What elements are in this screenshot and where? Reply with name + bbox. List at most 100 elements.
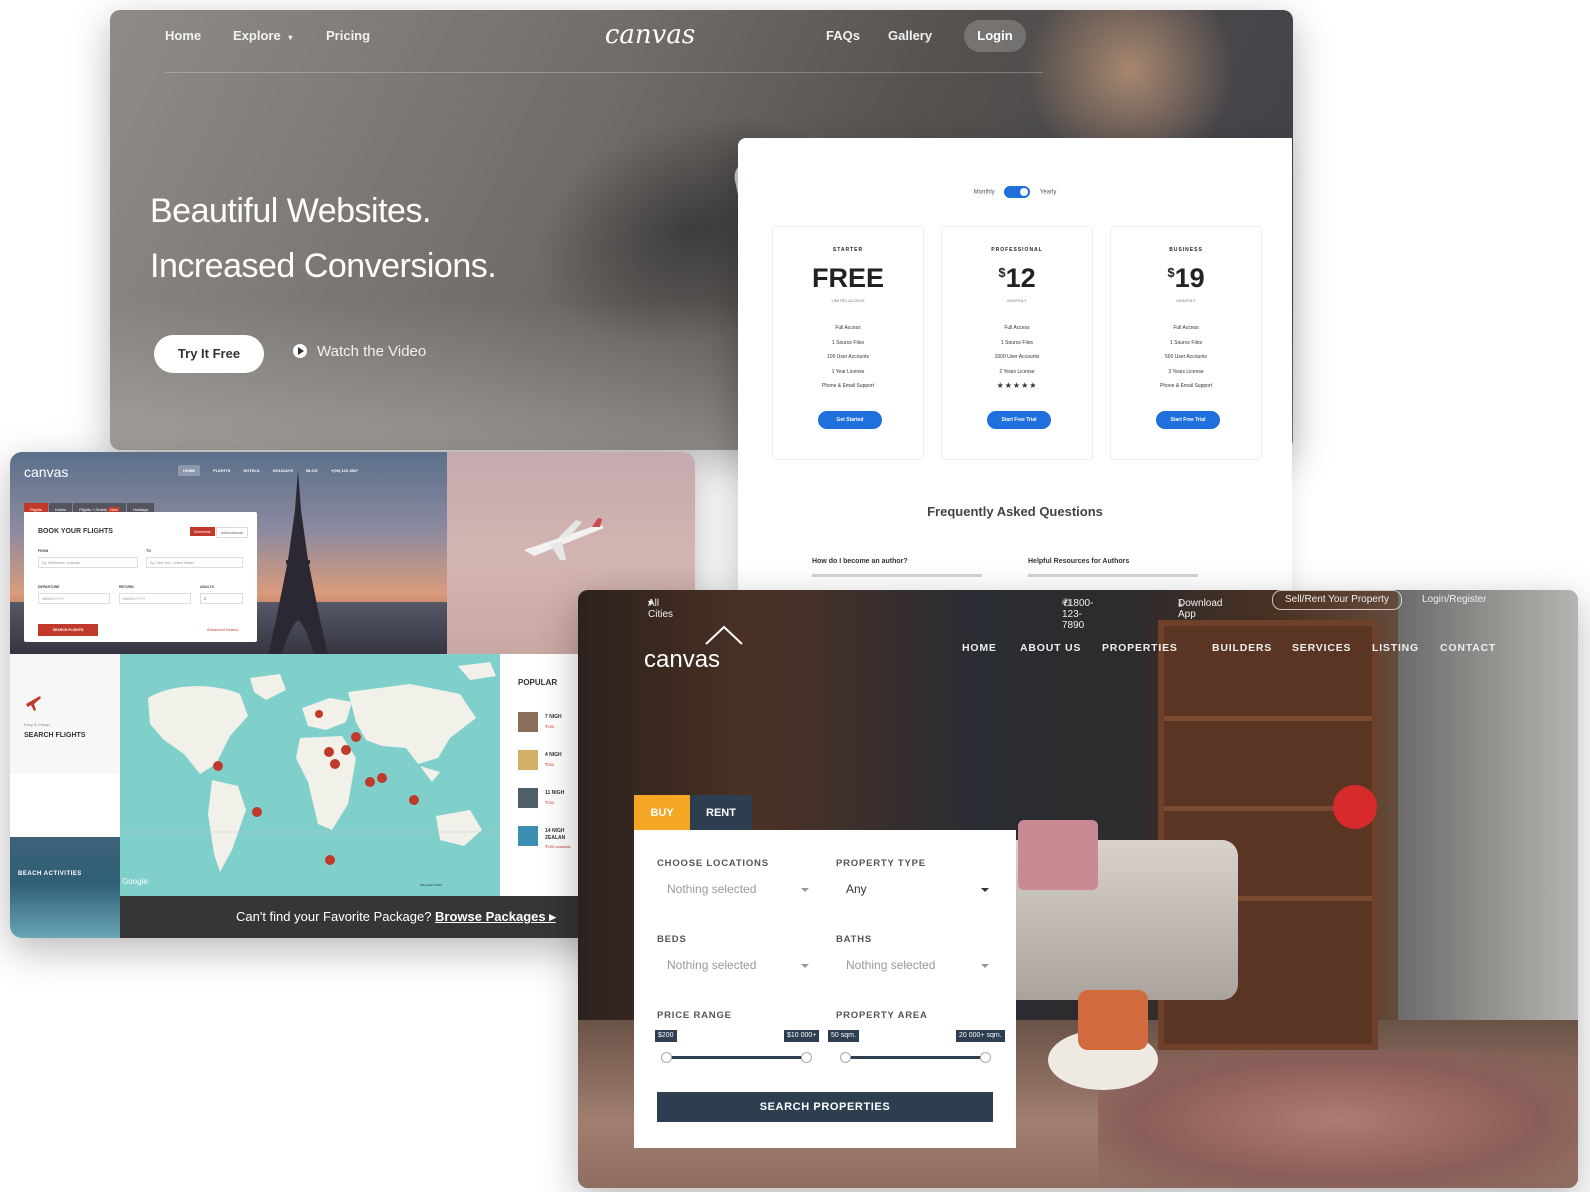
re-nav-services[interactable]: SERVICES <box>1292 642 1351 654</box>
re-nav-properties[interactable]: PROPERTIES <box>1102 642 1178 654</box>
beds-select[interactable]: Nothing selected <box>667 958 809 972</box>
hero-title-line-2: Increased Conversions. <box>150 247 497 285</box>
plan-amount: FREE <box>811 263 884 293</box>
package-price: ₹200 onwards <box>545 844 571 849</box>
baths-select[interactable]: Nothing selected <box>846 958 989 972</box>
price-min-handle[interactable] <box>661 1052 672 1063</box>
re-nav-about[interactable]: ABOUT US <box>1020 642 1081 654</box>
return-label: RETURN <box>119 585 134 589</box>
chevron-down-icon: ▾ <box>288 33 293 42</box>
login-button[interactable]: Login <box>964 20 1026 52</box>
login-register-link[interactable]: Login/Register <box>1422 594 1486 605</box>
nav-home[interactable]: Home <box>165 28 201 43</box>
beds-value: Nothing selected <box>667 958 757 972</box>
faq-question[interactable]: Helpful Resources for Authors <box>1028 558 1129 565</box>
start-free-trial-button[interactable]: Start Free Trial <box>987 411 1051 429</box>
beds-label: BEDS <box>657 934 687 945</box>
browse-packages-link[interactable]: Browse Packages ▸ <box>435 909 556 924</box>
price-min-tag: $200 <box>655 1030 677 1042</box>
price-max-handle[interactable] <box>801 1052 812 1063</box>
plan-period: MONTHLY <box>1176 298 1196 303</box>
eiffel-tower-icon <box>268 470 328 654</box>
try-it-free-button[interactable]: Try It Free <box>154 335 264 373</box>
hero-navbar: Home Explore ▾ Pricing canvas FAQs Galle… <box>110 10 1293 80</box>
nav-explore[interactable]: Explore ▾ <box>233 28 292 43</box>
booking-tabs: Flights Hotels Flights + Hotels New Holiday… <box>24 498 155 517</box>
world-map-graphic <box>120 662 500 872</box>
realestate-logo[interactable]: canvas <box>644 646 720 674</box>
area-max-handle[interactable] <box>980 1052 991 1063</box>
feature-title: SEARCH FLIGHTS <box>24 732 86 739</box>
watch-video-label: Watch the Video <box>317 343 427 360</box>
international-toggle[interactable]: International <box>216 527 249 538</box>
nav-gallery[interactable]: Gallery <box>888 28 932 43</box>
faq-answer-line <box>812 574 982 577</box>
advanced-search-link[interactable]: Advanced Search <box>207 627 239 632</box>
travel-nav-item[interactable]: FLIGHTS <box>213 468 230 473</box>
faq-question[interactable]: How do I become an author? <box>812 558 908 565</box>
to-input[interactable]: Eg. New York, United States <box>146 557 243 568</box>
watch-video-link[interactable]: Watch the Video <box>293 343 426 360</box>
plan-period: MONTHLY <box>1007 298 1027 303</box>
browse-packages-text: Can't find your Favorite Package? Browse… <box>236 909 556 925</box>
house-roof-icon <box>705 625 743 645</box>
package-title: 4 NIGH <box>545 752 562 758</box>
travel-nav-item[interactable]: HOLIDAYS <box>273 468 293 473</box>
property-type-select[interactable]: Any <box>846 882 989 896</box>
plan-card-professional: PROFESSIONAL $12 MONTHLY Full Access 1 S… <box>941 226 1093 460</box>
travel-nav-item[interactable]: HOME <box>178 465 200 476</box>
beach-activities-label: BEACH ACTIVITIES <box>18 871 82 877</box>
package-price: ₹200 <box>545 800 555 805</box>
property-area-label: PROPERTY AREA <box>836 1010 928 1021</box>
search-properties-button[interactable]: SEARCH PROPERTIES <box>657 1092 993 1122</box>
world-map[interactable] <box>120 654 500 896</box>
beach-activities-tile[interactable]: BEACH ACTIVITIES <box>10 837 120 938</box>
price-range-slider[interactable] <box>661 1052 812 1063</box>
plan-feature: Full Access <box>1004 325 1030 331</box>
nav-faqs[interactable]: FAQs <box>826 28 860 43</box>
search-flights-button[interactable]: SEARCH FLIGHTS <box>38 624 98 636</box>
departure-label: DEPARTURE <box>38 585 60 589</box>
domestic-toggle[interactable]: Domestic <box>190 527 215 536</box>
re-nav-builders[interactable]: BUILDERS <box>1212 642 1272 654</box>
airplane-icon <box>26 696 41 711</box>
get-started-button[interactable]: Get Started <box>818 411 882 429</box>
plan-amount: 19 <box>1174 263 1205 293</box>
plan-feature: 1 Source Files <box>1001 339 1033 346</box>
travel-nav-item[interactable]: BLOG <box>306 468 318 473</box>
plan-price: FREE <box>773 263 923 294</box>
pricing-screenshot: Monthly Yearly STARTER FREE LIMITED ACCE… <box>738 138 1292 598</box>
re-nav-listing[interactable]: LISTING <box>1372 642 1419 654</box>
sell-rent-button[interactable]: Sell/Rent Your Property <box>1272 590 1402 610</box>
plan-name: PROFESSIONAL <box>991 247 1043 253</box>
tab-buy[interactable]: BUY <box>634 795 690 831</box>
travel-nav-phone[interactable]: +(00) 123 4567 <box>331 468 358 473</box>
nav-pricing[interactable]: Pricing <box>326 28 370 43</box>
return-input[interactable]: MM/DD/YYYY <box>119 593 191 604</box>
to-label: TO <box>146 549 151 553</box>
plan-feature: 3 Years License <box>1168 368 1204 375</box>
start-free-trial-button[interactable]: Start Free Trial <box>1156 411 1220 429</box>
adults-input[interactable]: 2 <box>200 593 243 604</box>
area-min-handle[interactable] <box>840 1052 851 1063</box>
feature-search-flights: Easy & Cheap SEARCH FLIGHTS <box>10 654 120 774</box>
realestate-topbar: All Cities ▾ ✆ +1800-123-7890 ⤓ Download… <box>578 590 1578 631</box>
brand-logo[interactable]: canvas <box>560 20 740 50</box>
choose-locations-select[interactable]: Nothing selected <box>667 882 809 896</box>
re-nav-contact[interactable]: CONTACT <box>1440 642 1496 654</box>
plan-feature: 1000 User Accounts <box>994 354 1040 360</box>
property-area-slider[interactable] <box>840 1052 991 1063</box>
tab-rent[interactable]: RENT <box>690 795 752 831</box>
plan-feature: 2 Years License <box>999 368 1035 375</box>
adults-label: ADULTS <box>200 585 214 589</box>
departure-input[interactable]: MM/DD/YYYY <box>38 593 110 604</box>
from-input[interactable]: Eg. Melbourne, Australia <box>38 557 138 568</box>
property-search-form: CHOOSE LOCATIONS Nothing selected PROPER… <box>634 830 1016 1148</box>
re-nav-home[interactable]: HOME <box>962 642 997 654</box>
travel-logo[interactable]: canvas <box>24 464 68 480</box>
package-subtitle: ZEALAN <box>545 835 566 841</box>
yearly-label: Yearly <box>1039 189 1057 196</box>
rating-stars-icon: ★★★★★ <box>996 381 1038 390</box>
travel-nav-item[interactable]: HOTELS <box>243 468 259 473</box>
billing-toggle[interactable] <box>1004 186 1031 198</box>
